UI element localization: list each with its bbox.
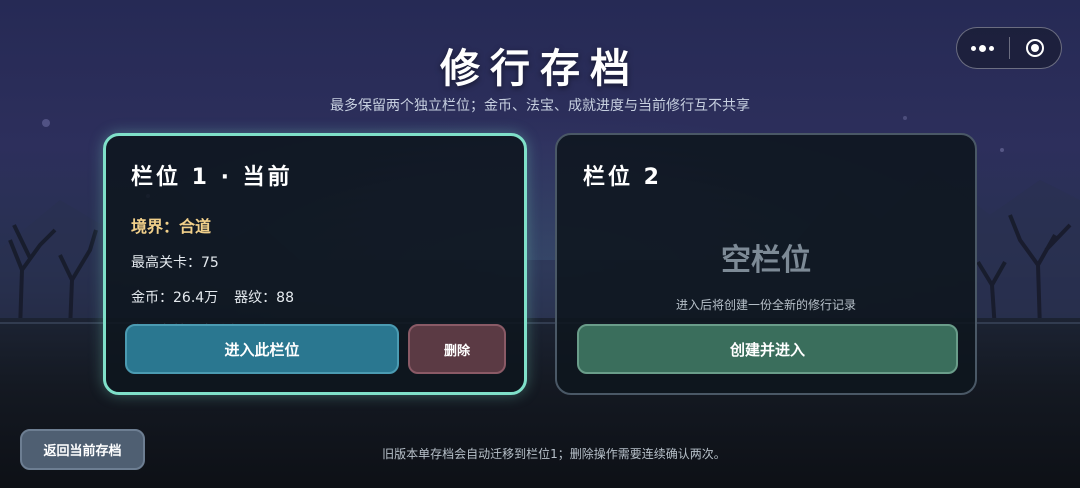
empty-slot-hint: 进入后将创建一份全新的修行记录 <box>675 298 856 312</box>
page-subtitle: 最多保留两个独立栏位；金币、法宝、成就进度与当前修行互不共享 <box>330 98 750 114</box>
realm-label: 境界：合道 <box>131 217 212 236</box>
delete-slot-button[interactable]: 删除 <box>408 324 506 374</box>
highest-stage: 最高关卡：75 <box>131 255 219 271</box>
slot-title: 栏位 1 · 当前 <box>131 165 293 190</box>
page-title: 修行存档 <box>440 46 640 92</box>
currency-line: 金币：26.4万 器纹：88 <box>131 287 294 307</box>
save-slot-2-card[interactable]: 栏位 2 空栏位 进入后将创建一份全新的修行记录 创建并进入 <box>555 133 977 395</box>
enter-slot-button[interactable]: 进入此栏位 <box>125 324 399 374</box>
footer-note: 旧版本单存档会自动迁移到栏位1；删除操作需要连续确认两次。 <box>382 447 726 461</box>
gold-value: 金币：26.4万 <box>131 290 219 306</box>
create-and-enter-button[interactable]: 创建并进入 <box>577 324 958 374</box>
slot-title: 栏位 2 <box>583 165 662 190</box>
empty-slot-label: 空栏位 <box>721 243 811 278</box>
patterns-value: 器纹：88 <box>234 290 294 306</box>
save-slot-1-card[interactable]: 栏位 1 · 当前 境界：合道 最高关卡：75 金币：26.4万器纹：88 自动… <box>103 133 527 395</box>
